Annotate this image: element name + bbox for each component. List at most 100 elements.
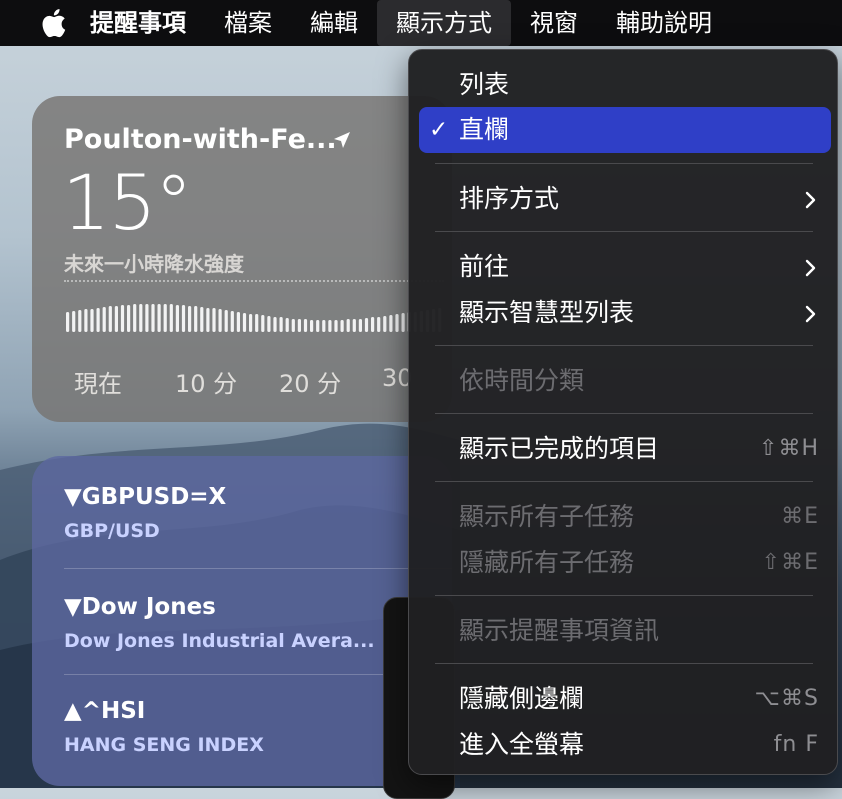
precip-bar — [242, 313, 247, 332]
precip-bar — [139, 304, 143, 332]
precip-bar — [395, 314, 399, 332]
precip-bar — [322, 320, 326, 332]
menu-separator — [435, 595, 813, 596]
precip-bar — [212, 308, 216, 332]
precip-bar — [371, 317, 375, 332]
menu-app-name[interactable]: 提醒事項 — [68, 0, 205, 46]
menu-item-sort-by[interactable]: 排序方式 — [419, 176, 831, 222]
menu-help[interactable]: 輔助說明 — [597, 0, 731, 46]
menu-separator — [435, 663, 813, 664]
menu-item-show-completed[interactable]: 顯示已完成的項目 ⇧⌘H — [419, 426, 831, 472]
menu-bar: 提醒事項 檔案 編輯 顯示方式 視窗 輔助說明 — [0, 0, 842, 46]
precip-bar — [224, 310, 228, 332]
precip-bar — [114, 306, 118, 332]
menu-separator — [435, 413, 813, 414]
menu-item-show-smart-list[interactable]: 顯示智慧型列表 — [419, 290, 831, 336]
precip-bar — [303, 319, 308, 332]
menu-separator — [435, 481, 813, 482]
stock-name: HANG SENG INDEX — [64, 734, 264, 756]
precip-bar — [328, 320, 332, 332]
menu-item-hide-sidebar[interactable]: 隱藏側邊欄 ⌥⌘S — [419, 676, 831, 722]
precip-bar — [279, 317, 283, 332]
precip-bar — [273, 317, 277, 332]
precip-bar — [90, 309, 94, 332]
precip-bar — [96, 308, 100, 332]
weather-location: Poulton-with-Fe... — [64, 124, 337, 155]
chevron-right-icon — [805, 191, 816, 209]
precip-bar — [108, 306, 112, 332]
weather-temperature: 15° — [62, 158, 193, 247]
shortcut-label: ⌥⌘S — [754, 686, 819, 711]
stock-item[interactable]: ▼Dow Jones Dow Jones Industrial Avera... — [64, 594, 375, 652]
menu-item-go-to[interactable]: 前往 — [419, 244, 831, 290]
stock-item[interactable]: ▲^HSI HANG SENG INDEX — [64, 698, 264, 756]
precip-bar — [230, 311, 234, 332]
precip-bar — [346, 319, 350, 332]
precip-bar — [383, 316, 387, 332]
precip-bar — [120, 305, 125, 332]
precip-bar — [188, 306, 192, 332]
menu-item-list[interactable]: 列表 — [419, 62, 831, 108]
stock-item[interactable]: ▼GBPUSD=X GBP/USD — [64, 484, 226, 542]
precip-bar — [310, 320, 314, 332]
menu-item-show-all-subtasks: 顯示所有子任務 ⌘E — [419, 494, 831, 540]
menu-separator — [435, 345, 813, 346]
menu-item-enter-fullscreen[interactable]: 進入全螢幕 fn F — [419, 722, 831, 768]
chevron-right-icon — [805, 305, 816, 323]
chevron-right-icon — [805, 259, 816, 277]
precip-bar — [206, 308, 210, 332]
precip-bar — [267, 316, 271, 332]
precip-bar — [249, 314, 253, 332]
precip-bar — [352, 319, 356, 332]
stock-symbol: ▲^HSI — [64, 698, 146, 724]
precip-bar — [66, 312, 70, 332]
checkmark-icon: ✓ — [429, 117, 449, 143]
precip-bar — [72, 311, 76, 332]
menu-window[interactable]: 視窗 — [511, 0, 597, 46]
shortcut-label: ⇧⌘E — [761, 550, 819, 575]
tick-10: 10 分 — [175, 370, 238, 398]
shortcut-label: fn F — [773, 732, 819, 757]
precip-bar — [389, 315, 393, 332]
precip-bar — [169, 304, 173, 332]
stock-name: GBP/USD — [64, 520, 160, 542]
shortcut-label: ⇧⌘H — [759, 436, 819, 461]
stock-symbol: ▼GBPUSD=X — [64, 484, 227, 510]
shortcut-label: ⌘E — [781, 504, 819, 529]
precip-bar — [316, 320, 320, 332]
precip-bar — [157, 304, 161, 332]
stock-divider — [64, 568, 452, 569]
precip-bar — [145, 304, 149, 332]
weather-widget[interactable]: Poulton-with-Fe... 15° 未來一小時降水強度 現在 10 分… — [32, 96, 452, 422]
precip-bar — [218, 309, 222, 332]
precip-bar — [175, 305, 179, 332]
precip-bar — [334, 320, 338, 332]
precipitation-chart — [66, 304, 442, 332]
menu-item-hide-all-subtasks: 隱藏所有子任務 ⇧⌘E — [419, 540, 831, 586]
precip-bar — [133, 304, 137, 332]
precip-bar — [181, 305, 186, 332]
menu-item-columns[interactable]: ✓ 直欄 — [419, 107, 831, 153]
view-menu-dropdown: 列表 ✓ 直欄 排序方式 前往 顯示智慧型列表 依時間分類 顯示已完成的項目 ⇧… — [408, 49, 838, 775]
precip-bar — [78, 310, 82, 332]
tick-now: 現在 — [74, 370, 122, 398]
apple-menu-icon[interactable] — [38, 0, 68, 46]
menu-item-show-reminder-info: 顯示提醒事項資訊 — [459, 616, 660, 645]
precip-bar — [297, 319, 301, 332]
stock-symbol: ▼Dow Jones — [64, 594, 216, 620]
menu-separator — [435, 163, 813, 164]
tick-20: 20 分 — [279, 370, 342, 398]
weather-description: 未來一小時降水強度 — [64, 252, 244, 276]
menu-edit[interactable]: 編輯 — [291, 0, 377, 46]
menu-separator — [435, 231, 813, 232]
precip-bar — [364, 318, 369, 332]
menu-file[interactable]: 檔案 — [205, 0, 291, 46]
precip-bar — [377, 317, 381, 332]
menu-view[interactable]: 顯示方式 — [377, 0, 511, 46]
menu-item-group-by-time: 依時間分類 — [459, 366, 585, 395]
precip-bar — [151, 304, 155, 332]
precip-bar — [261, 315, 265, 332]
precip-bar — [401, 313, 405, 332]
precip-bar — [340, 320, 344, 332]
precip-bar — [163, 304, 167, 332]
